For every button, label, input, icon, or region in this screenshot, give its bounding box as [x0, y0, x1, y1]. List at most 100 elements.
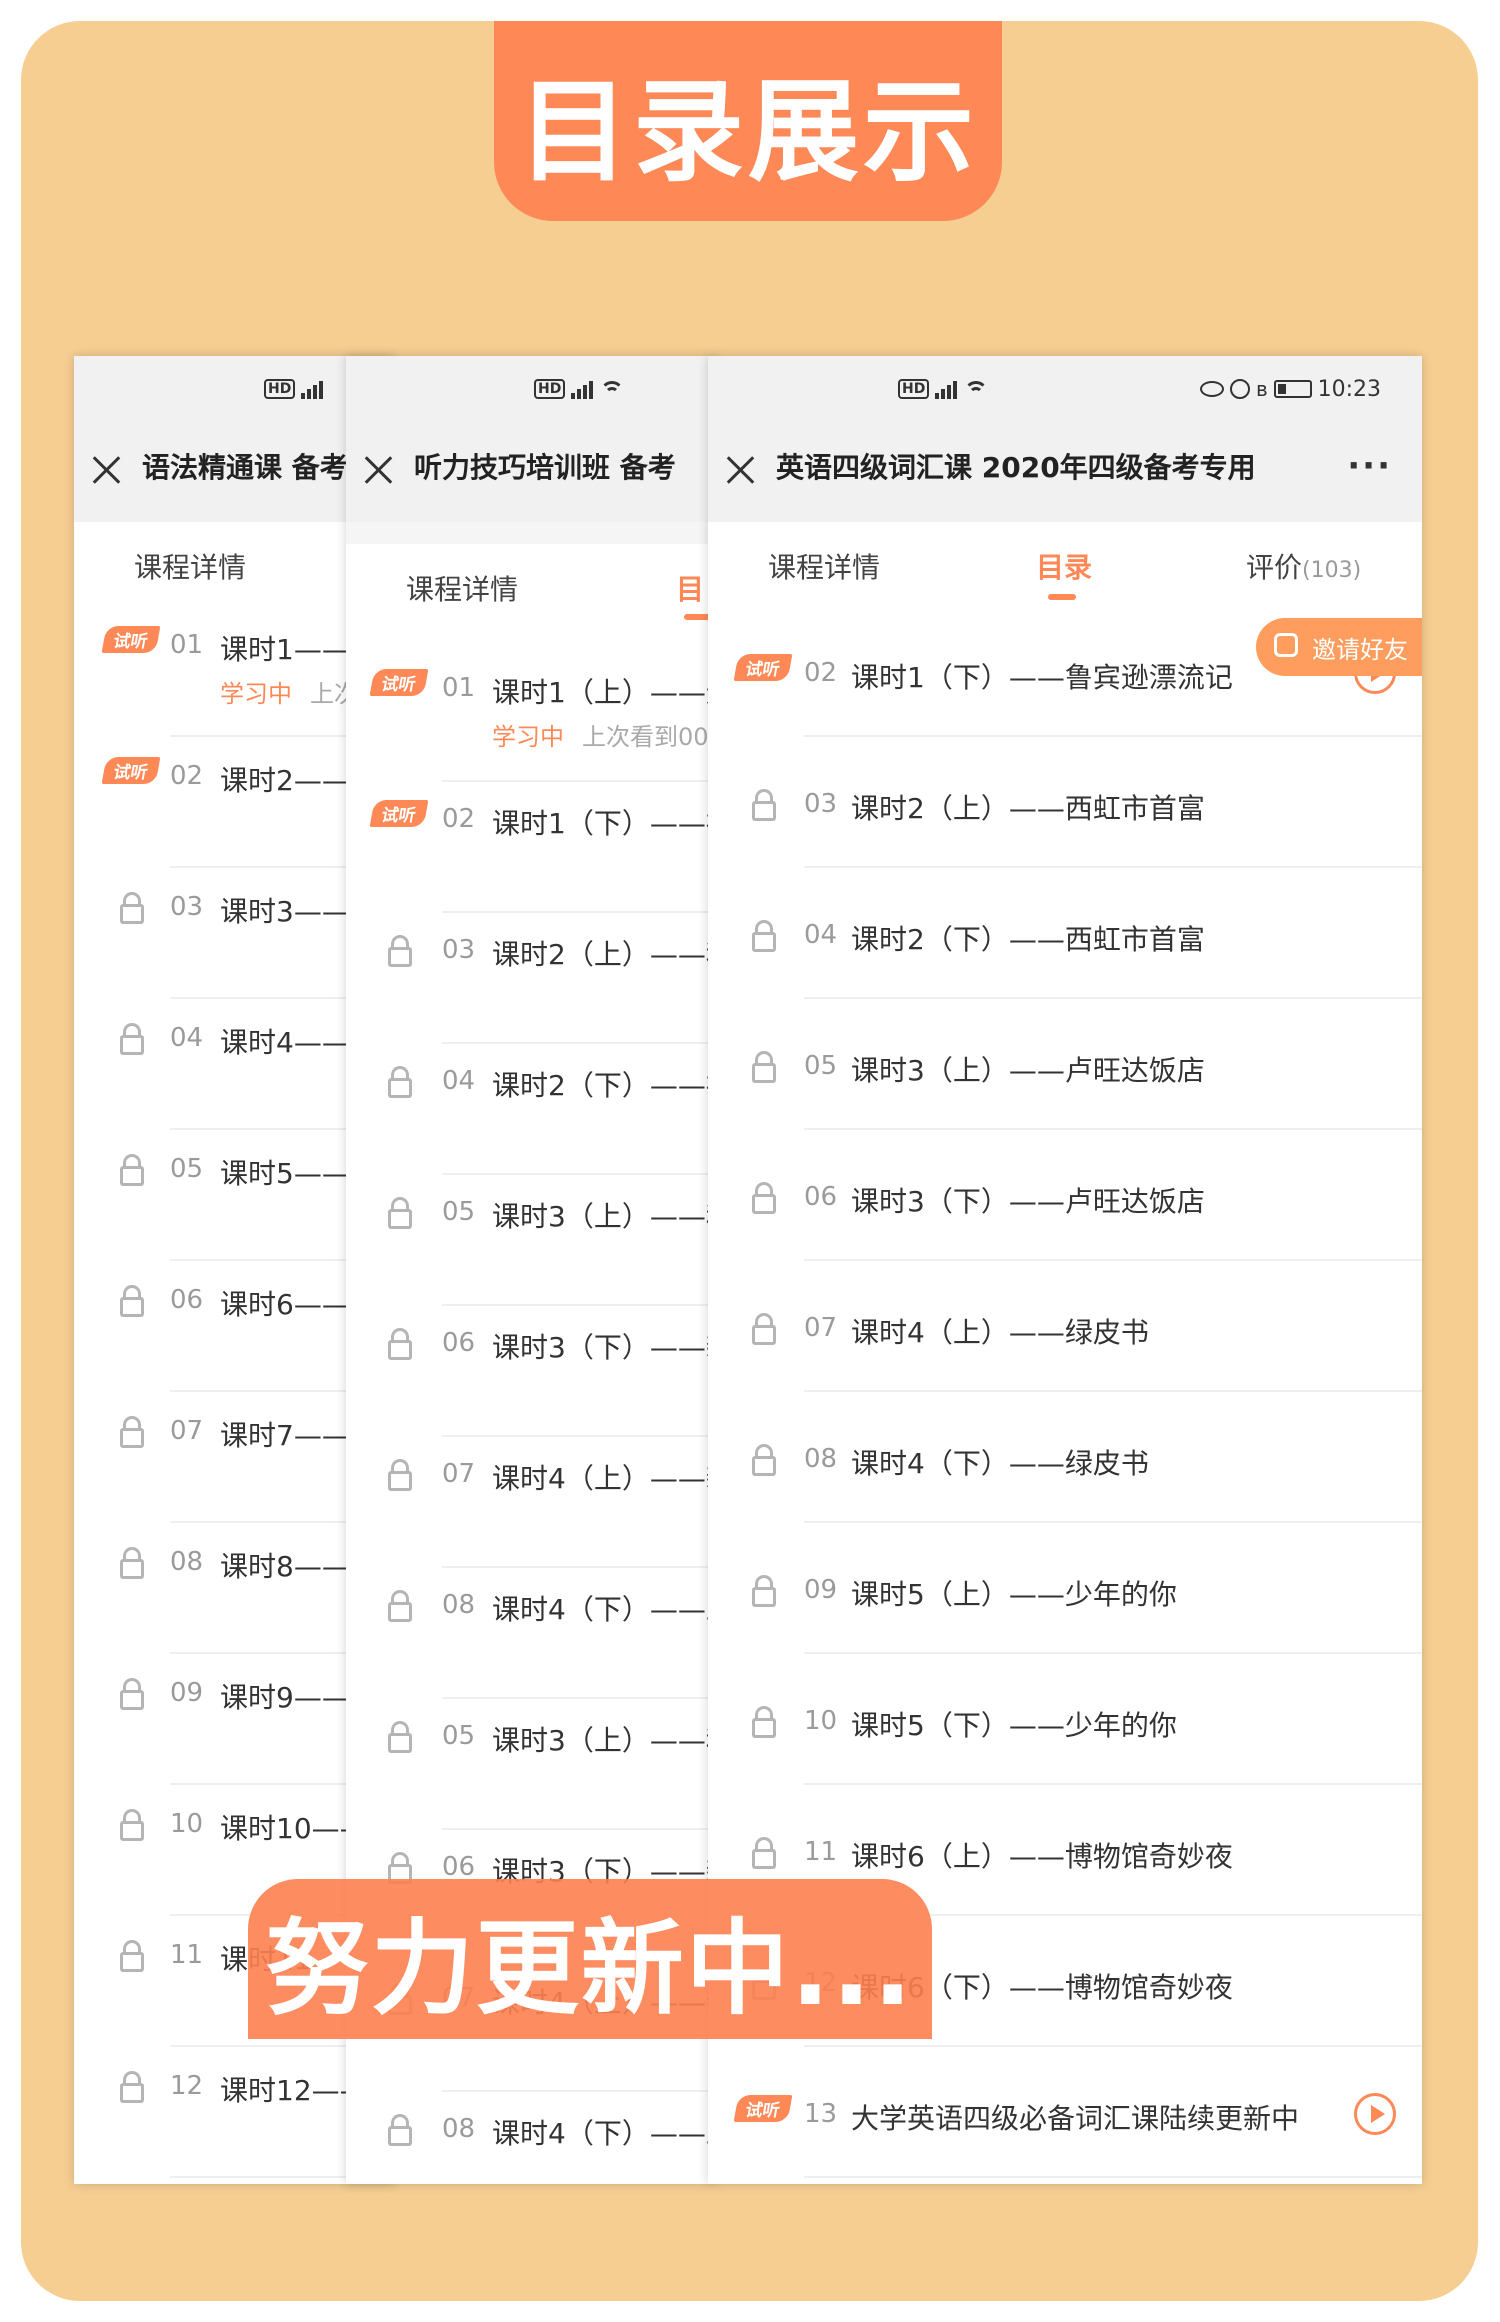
lesson-title: 课时3（下）——卢旺达饭店: [851, 1185, 1205, 1218]
trial-badge: 试听: [733, 654, 793, 681]
lesson-title: 课时5（上）——少年的你: [851, 1578, 1177, 1611]
lock-icon: [752, 1444, 776, 1476]
lock-icon: [120, 1154, 144, 1186]
lock-icon: [388, 1197, 412, 1229]
lesson-number: 10: [170, 1809, 204, 1839]
lock-icon: [752, 1706, 776, 1738]
tab-course-details[interactable]: 课程详情: [406, 568, 518, 608]
lesson-row[interactable]: 06 课时3（下）——卢旺达饭店: [708, 1130, 1422, 1261]
lesson-row[interactable]: 03 课时2（上）——科: [346, 913, 716, 1044]
lock-icon: [120, 1416, 144, 1448]
close-icon[interactable]: [722, 452, 758, 488]
more-options-icon[interactable]: ···: [1347, 446, 1392, 486]
lesson-number: 08: [442, 1590, 476, 1620]
lesson-number: 07: [804, 1313, 838, 1343]
lesson-row[interactable]: 05 课时3（上）——科: [346, 1175, 716, 1306]
lock-icon: [752, 1182, 776, 1214]
lock-icon: [120, 1023, 144, 1055]
lesson-title: 课时2（上）——西虹市首富: [851, 792, 1205, 825]
lesson-row[interactable]: 试听 02 课时1（下）——社: [346, 782, 716, 913]
signal-icon: [571, 379, 594, 399]
lesson-row[interactable]: 08 课时4（下）——工: [346, 1568, 716, 1699]
lesson-number: 02: [442, 804, 476, 834]
wifi-icon: [963, 379, 989, 399]
lock-icon: [120, 1547, 144, 1579]
tab-course-details[interactable]: 课程详情: [134, 546, 246, 586]
lesson-row[interactable]: 试听 13 大学英语四级必备词汇课陆续更新中: [708, 2047, 1422, 2178]
lesson-row[interactable]: 04 课时2（下）——西虹市首富: [708, 868, 1422, 999]
lesson-row[interactable]: 05 课时3（上）——科: [346, 1699, 716, 1830]
lock-icon: [752, 1575, 776, 1607]
lesson-title: 课时4（下）——绿皮书: [851, 1447, 1149, 1480]
studying-status: 学习中: [492, 723, 564, 751]
lock-icon: [388, 1590, 412, 1622]
lesson-title: 课时3（上）——卢旺达饭店: [851, 1054, 1205, 1087]
lesson-row[interactable]: 07 课时4（上）——绿皮书: [708, 1261, 1422, 1392]
lock-icon: [388, 1721, 412, 1753]
lesson-number: 06: [442, 1328, 476, 1358]
lesson-row[interactable]: 06 课时3（下）——新: [346, 1306, 716, 1437]
play-icon[interactable]: [1354, 2093, 1396, 2135]
lesson-row[interactable]: 08 课时4（下）——工: [346, 2092, 716, 2184]
lesson-number: 09: [804, 1575, 838, 1605]
lesson-number: 09: [170, 1678, 204, 1708]
tab-catalog[interactable]: 目录: [1036, 546, 1092, 586]
lesson-number: 01: [170, 630, 204, 660]
close-icon[interactable]: [360, 452, 396, 488]
invite-friends-button[interactable]: 邀请好友: [1256, 618, 1422, 676]
battery-icon: [1273, 380, 1312, 398]
lesson-row[interactable]: 08 课时4（下）——绿皮书: [708, 1392, 1422, 1523]
lock-icon: [388, 2114, 412, 2146]
close-icon[interactable]: [88, 452, 124, 488]
lock-icon: [120, 1809, 144, 1841]
nav-bar: 英语四级词汇课 2020年四级备考专用 ···: [708, 420, 1422, 522]
lesson-row[interactable]: 03 课时2（上）——西虹市首富: [708, 737, 1422, 868]
lesson-number: 05: [442, 1721, 476, 1751]
lesson-number: 07: [170, 1416, 204, 1446]
lock-icon: [120, 2071, 144, 2103]
lesson-title: 课时1（上）——速: [492, 676, 716, 709]
signal-icon: [935, 379, 958, 399]
lesson-number: 03: [170, 892, 204, 922]
lesson-row[interactable]: 试听 01 课时1（上）——速 学习中 上次看到00: [346, 651, 716, 782]
lock-icon: [388, 1459, 412, 1491]
course-title: 语法精通课 备考: [142, 451, 348, 484]
lock-icon: [752, 1051, 776, 1083]
lesson-title: 大学英语四级必备词汇课陆续更新中: [851, 2102, 1300, 2135]
lock-icon: [120, 892, 144, 924]
reviews-label: 评价: [1246, 551, 1303, 584]
lesson-number: 04: [442, 1066, 476, 1096]
status-bar: HD ʙ 10:23: [708, 356, 1422, 420]
lesson-row[interactable]: 09 课时5（上）——少年的你: [708, 1523, 1422, 1654]
wifi-icon: [599, 379, 625, 399]
lesson-number: 08: [170, 1547, 204, 1577]
lesson-row[interactable]: 05 课时3（上）——卢旺达饭店: [708, 999, 1422, 1130]
lesson-number: 02: [804, 658, 838, 688]
lesson-row[interactable]: 07 课时4（上）——新: [346, 1437, 716, 1568]
lock-icon: [752, 1313, 776, 1345]
lock-icon: [752, 789, 776, 821]
lesson-number: 05: [442, 1197, 476, 1227]
tab-course-details[interactable]: 课程详情: [768, 546, 880, 586]
tab-reviews[interactable]: 评价(103): [1246, 546, 1361, 586]
hd-icon: HD: [264, 379, 296, 399]
lesson-number: 11: [804, 1837, 838, 1867]
alarm-icon: [1230, 379, 1250, 399]
lesson-title: 课时1（下）——社: [492, 807, 716, 840]
lesson-row[interactable]: 04 课时2（下）——社: [346, 1044, 716, 1175]
lesson-number: 06: [170, 1285, 204, 1315]
lesson-row[interactable]: 10 课时5（下）——少年的你: [708, 1654, 1422, 1785]
lesson-number: 05: [804, 1051, 838, 1081]
signal-icon: [301, 379, 324, 399]
lesson-number: 06: [442, 1852, 476, 1882]
hd-icon: HD: [898, 379, 930, 399]
bluetooth-icon: ʙ: [1256, 377, 1268, 401]
trial-badge: 试听: [101, 626, 161, 653]
tab-catalog[interactable]: 目: [676, 568, 704, 608]
lesson-number: 13: [804, 2099, 838, 2129]
lesson-title: 课时2（上）——科: [492, 938, 716, 971]
lesson-number: 05: [170, 1154, 204, 1184]
lock-icon: [388, 1066, 412, 1098]
lesson-title: 课时2（下）——社: [492, 1069, 716, 1102]
lesson-number: 07: [442, 1459, 476, 1489]
